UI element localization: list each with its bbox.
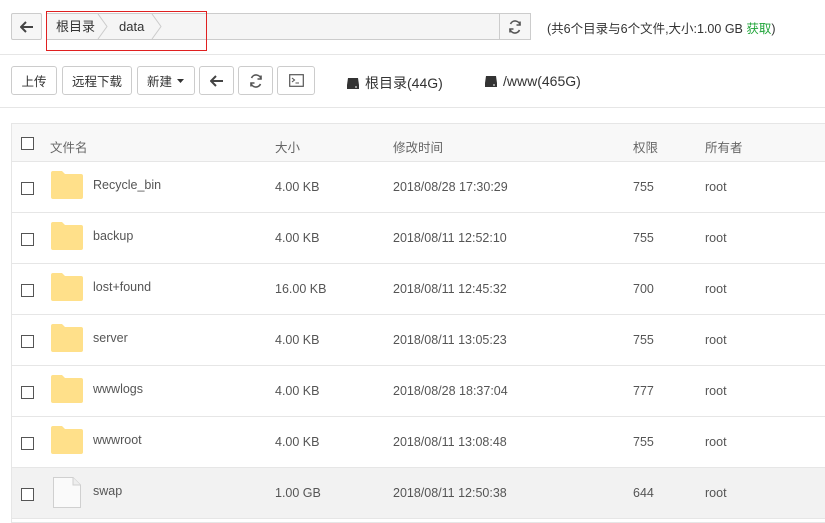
file-permission[interactable]: 700 (633, 282, 654, 296)
upload-button[interactable]: 上传 (11, 66, 57, 95)
arrow-left-icon (209, 74, 223, 87)
table-header: 文件名 大小 修改时间 权限 所有者 (12, 124, 825, 162)
row-checkbox[interactable] (21, 182, 34, 195)
file-name[interactable]: server (93, 331, 128, 345)
refresh-button[interactable] (238, 66, 273, 95)
remote-download-label: 远程下载 (71, 75, 122, 89)
file-permission[interactable]: 755 (633, 180, 654, 194)
file-owner: root (705, 435, 727, 449)
new-label: 新建 (146, 75, 172, 89)
table-row[interactable]: wwwlogs 4.00 KB 2018/08/28 18:37:04 777 … (12, 366, 825, 417)
new-dropdown-button[interactable]: 新建 (137, 66, 195, 95)
table-row[interactable]: Recycle_bin 4.00 KB 2018/08/28 17:30:29 … (12, 162, 825, 213)
disk-root-label: 根目录(44G) (365, 75, 443, 91)
file-owner: root (705, 180, 727, 194)
file-size: 4.00 KB (275, 333, 320, 347)
file-name[interactable]: wwwlogs (93, 382, 143, 396)
file-size: 16.00 KB (275, 282, 327, 296)
back-button[interactable] (199, 66, 234, 95)
table-row[interactable]: wwwroot 4.00 KB 2018/08/11 13:08:48 755 … (12, 417, 825, 468)
file-name[interactable]: swap (93, 484, 122, 498)
breadcrumb: 根目录 data (46, 13, 500, 40)
file-name[interactable]: backup (93, 229, 133, 243)
directory-summary: (共6个目录与6个文件,大小:1.00 GB 获取) (547, 18, 776, 37)
row-checkbox[interactable] (21, 386, 34, 399)
hard-drive-icon (347, 77, 359, 89)
terminal-button[interactable] (277, 66, 315, 95)
folder-icon (51, 426, 83, 454)
disk-root[interactable]: 根目录(44G) (346, 73, 443, 93)
folder-icon (51, 375, 83, 403)
file-size: 4.00 KB (275, 231, 320, 245)
row-checkbox[interactable] (21, 284, 34, 297)
terminal-icon (288, 74, 304, 87)
summary-close: ) (771, 22, 776, 36)
breadcrumb-separator-icon (151, 14, 162, 39)
select-all-checkbox[interactable] (21, 137, 34, 150)
file-permission[interactable]: 755 (633, 231, 654, 245)
file-size: 4.00 KB (275, 435, 320, 449)
file-owner: root (705, 282, 727, 296)
file-size: 4.00 KB (275, 180, 320, 194)
file-mtime: 2018/08/28 18:37:04 (393, 384, 508, 398)
path-bar: 根目录 data (共6个目录与6个文件,大小:1.00 GB 获取) (0, 0, 825, 55)
disk-www[interactable]: /www(465G) (484, 73, 581, 89)
row-checkbox[interactable] (21, 233, 34, 246)
file-name[interactable]: lost+found (93, 280, 151, 294)
file-owner: root (705, 384, 727, 398)
caret-down-icon (177, 78, 184, 83)
toolbar: 上传 远程下载 新建 根目录(44G) /www(465G) (0, 54, 825, 108)
row-checkbox[interactable] (21, 437, 34, 450)
file-name[interactable]: wwwroot (93, 433, 142, 447)
summary-text: (共6个目录与6个文件,大小:1.00 GB (547, 22, 747, 36)
back-button[interactable] (11, 13, 42, 40)
header-owner[interactable]: 所有者 (705, 137, 743, 156)
refresh-icon (509, 19, 521, 34)
remote-download-button[interactable]: 远程下载 (62, 66, 132, 95)
refresh-path-button[interactable] (499, 13, 531, 40)
file-owner: root (705, 231, 727, 245)
header-permission[interactable]: 权限 (633, 137, 658, 156)
file-mtime: 2018/08/11 12:50:38 (393, 486, 507, 500)
file-name[interactable]: Recycle_bin (93, 178, 161, 192)
file-size: 4.00 KB (275, 384, 320, 398)
file-icon (53, 477, 81, 508)
folder-icon (51, 222, 83, 250)
hard-drive-icon (485, 75, 497, 87)
file-permission[interactable]: 777 (633, 384, 654, 398)
file-mtime: 2018/08/11 13:05:23 (393, 333, 507, 347)
header-name[interactable]: 文件名 (50, 137, 88, 156)
get-size-link[interactable]: 获取 (746, 22, 771, 36)
file-mtime: 2018/08/11 12:52:10 (393, 231, 507, 245)
breadcrumb-data[interactable]: data (119, 14, 144, 39)
file-mtime: 2018/08/11 12:45:32 (393, 282, 507, 296)
file-table: 文件名 大小 修改时间 权限 所有者 Recycle_bin 4.00 KB 2… (11, 123, 825, 523)
file-owner: root (705, 333, 727, 347)
header-mtime[interactable]: 修改时间 (393, 137, 443, 156)
file-permission[interactable]: 644 (633, 486, 654, 500)
refresh-icon (249, 73, 262, 88)
table-row[interactable]: server 4.00 KB 2018/08/11 13:05:23 755 r… (12, 315, 825, 366)
breadcrumb-root[interactable]: 根目录 (56, 14, 95, 39)
file-mtime: 2018/08/28 17:30:29 (393, 180, 508, 194)
folder-icon (51, 273, 83, 301)
table-row[interactable]: backup 4.00 KB 2018/08/11 12:52:10 755 r… (12, 213, 825, 264)
folder-icon (51, 171, 83, 199)
header-size[interactable]: 大小 (275, 137, 300, 156)
folder-icon (51, 324, 83, 352)
breadcrumb-separator-icon (97, 14, 108, 39)
disk-www-label: /www(465G) (503, 73, 581, 89)
arrow-left-icon (19, 20, 33, 33)
table-row[interactable]: lost+found 16.00 KB 2018/08/11 12:45:32 … (12, 264, 825, 315)
file-size: 1.00 GB (275, 486, 321, 500)
file-owner: root (705, 486, 727, 500)
upload-label: 上传 (21, 75, 47, 89)
file-permission[interactable]: 755 (633, 333, 654, 347)
row-checkbox[interactable] (21, 335, 34, 348)
file-permission[interactable]: 755 (633, 435, 654, 449)
file-mtime: 2018/08/11 13:08:48 (393, 435, 507, 449)
row-checkbox[interactable] (21, 488, 34, 501)
table-row[interactable]: swap 1.00 GB 2018/08/11 12:50:38 644 roo… (12, 468, 825, 519)
